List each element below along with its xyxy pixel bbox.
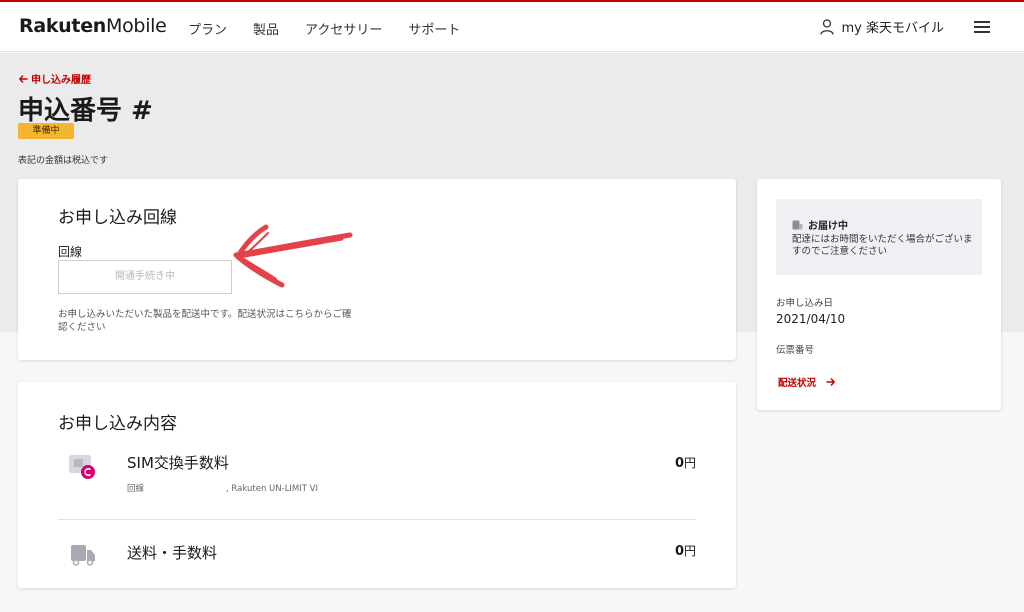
delivery-status-box: お届け中 配達にはお時間をいただく場合がございますのでご注意ください	[776, 199, 982, 275]
nav-products[interactable]: 製品	[253, 19, 279, 38]
tracking-link[interactable]: 配送状況	[778, 375, 836, 389]
order-date: 2021/04/10	[776, 312, 846, 326]
arrow-left-icon	[19, 74, 28, 83]
order-card: お申し込み内容 SIM交換手数料 回線 , Rakuten UN-LIMIT VI…	[18, 382, 736, 588]
order-item: 送料・手数料 0円	[58, 538, 696, 578]
back-link[interactable]: 申し込み履歴	[19, 71, 91, 86]
header-account-area: my 楽天モバイル	[819, 17, 990, 36]
package-icon	[792, 220, 803, 229]
line-card-note: お申し込みいただいた製品を配送中です。配送状況はこちらからご確認ください	[58, 309, 352, 333]
order-item-sub: 回線 , Rakuten UN-LIMIT VI	[127, 482, 318, 494]
order-item-price-unit: 円	[683, 456, 696, 470]
sim-icon	[69, 455, 95, 479]
tax-note: 表記の金額は税込です	[18, 156, 109, 166]
back-link-label: 申し込み履歴	[31, 75, 91, 86]
my-rakuten-link[interactable]: my 楽天モバイル	[842, 17, 945, 36]
order-item-price: 0円	[675, 454, 696, 471]
line-card: お申し込み回線 回線 開通手続き中 お申し込みいただいた製品を配送中です。配送状…	[18, 179, 736, 360]
nav-accessories[interactable]: アクセサリー	[305, 19, 382, 38]
arrow-right-icon	[826, 378, 836, 386]
line-field-label: 回線	[58, 245, 83, 259]
order-item-price: 0円	[675, 542, 696, 559]
delivery-status-title-text: お届け中	[808, 221, 848, 232]
order-item: SIM交換手数料 回線 , Rakuten UN-LIMIT VI 0円	[58, 448, 696, 520]
nav-support[interactable]: サポート	[408, 19, 460, 38]
annotation-arrow-icon	[233, 224, 353, 288]
hamburger-icon[interactable]	[974, 20, 990, 33]
page-title: 申込番号 #	[18, 96, 153, 126]
order-item-sub-prefix: 回線	[127, 484, 145, 494]
delivery-status-title: お届け中	[792, 217, 848, 232]
line-field: 開通手続き中	[58, 260, 232, 294]
order-item-price-value: 0	[674, 456, 684, 471]
logo-light: Mobile	[106, 15, 167, 37]
nav-plan[interactable]: プラン	[188, 19, 227, 38]
order-item-price-unit: 円	[683, 544, 696, 558]
user-icon[interactable]	[819, 18, 834, 35]
main-nav: プラン 製品 アクセサリー サポート	[188, 19, 460, 38]
order-item-price-value: 0	[674, 544, 684, 559]
delivery-card: お届け中 配達にはお時間をいただく場合がございますのでご注意ください お申し込み…	[757, 179, 1001, 410]
order-date-label: お申し込み日	[776, 298, 834, 309]
rakuten-mobile-logo[interactable]: RakutenMobile	[19, 15, 167, 37]
order-item-name: SIM交換手数料	[127, 454, 229, 472]
order-item-sub-suffix: , Rakuten UN-LIMIT VI	[226, 484, 318, 494]
order-item-name: 送料・手数料	[127, 544, 218, 562]
tracking-number-label: 伝票番号	[776, 345, 815, 356]
truck-icon	[71, 545, 95, 566]
delivery-status-desc: 配達にはお時間をいただく場合がございますのでご注意ください	[792, 234, 973, 257]
site-header: RakutenMobile プラン 製品 アクセサリー サポート my 楽天モバ…	[0, 2, 1024, 52]
status-badge: 準備中	[18, 123, 74, 139]
line-card-heading: お申し込み回線	[58, 208, 177, 228]
tracking-link-label: 配送状況	[778, 378, 817, 389]
order-card-heading: お申し込み内容	[58, 414, 177, 434]
logo-bold: Rakuten	[19, 15, 107, 37]
